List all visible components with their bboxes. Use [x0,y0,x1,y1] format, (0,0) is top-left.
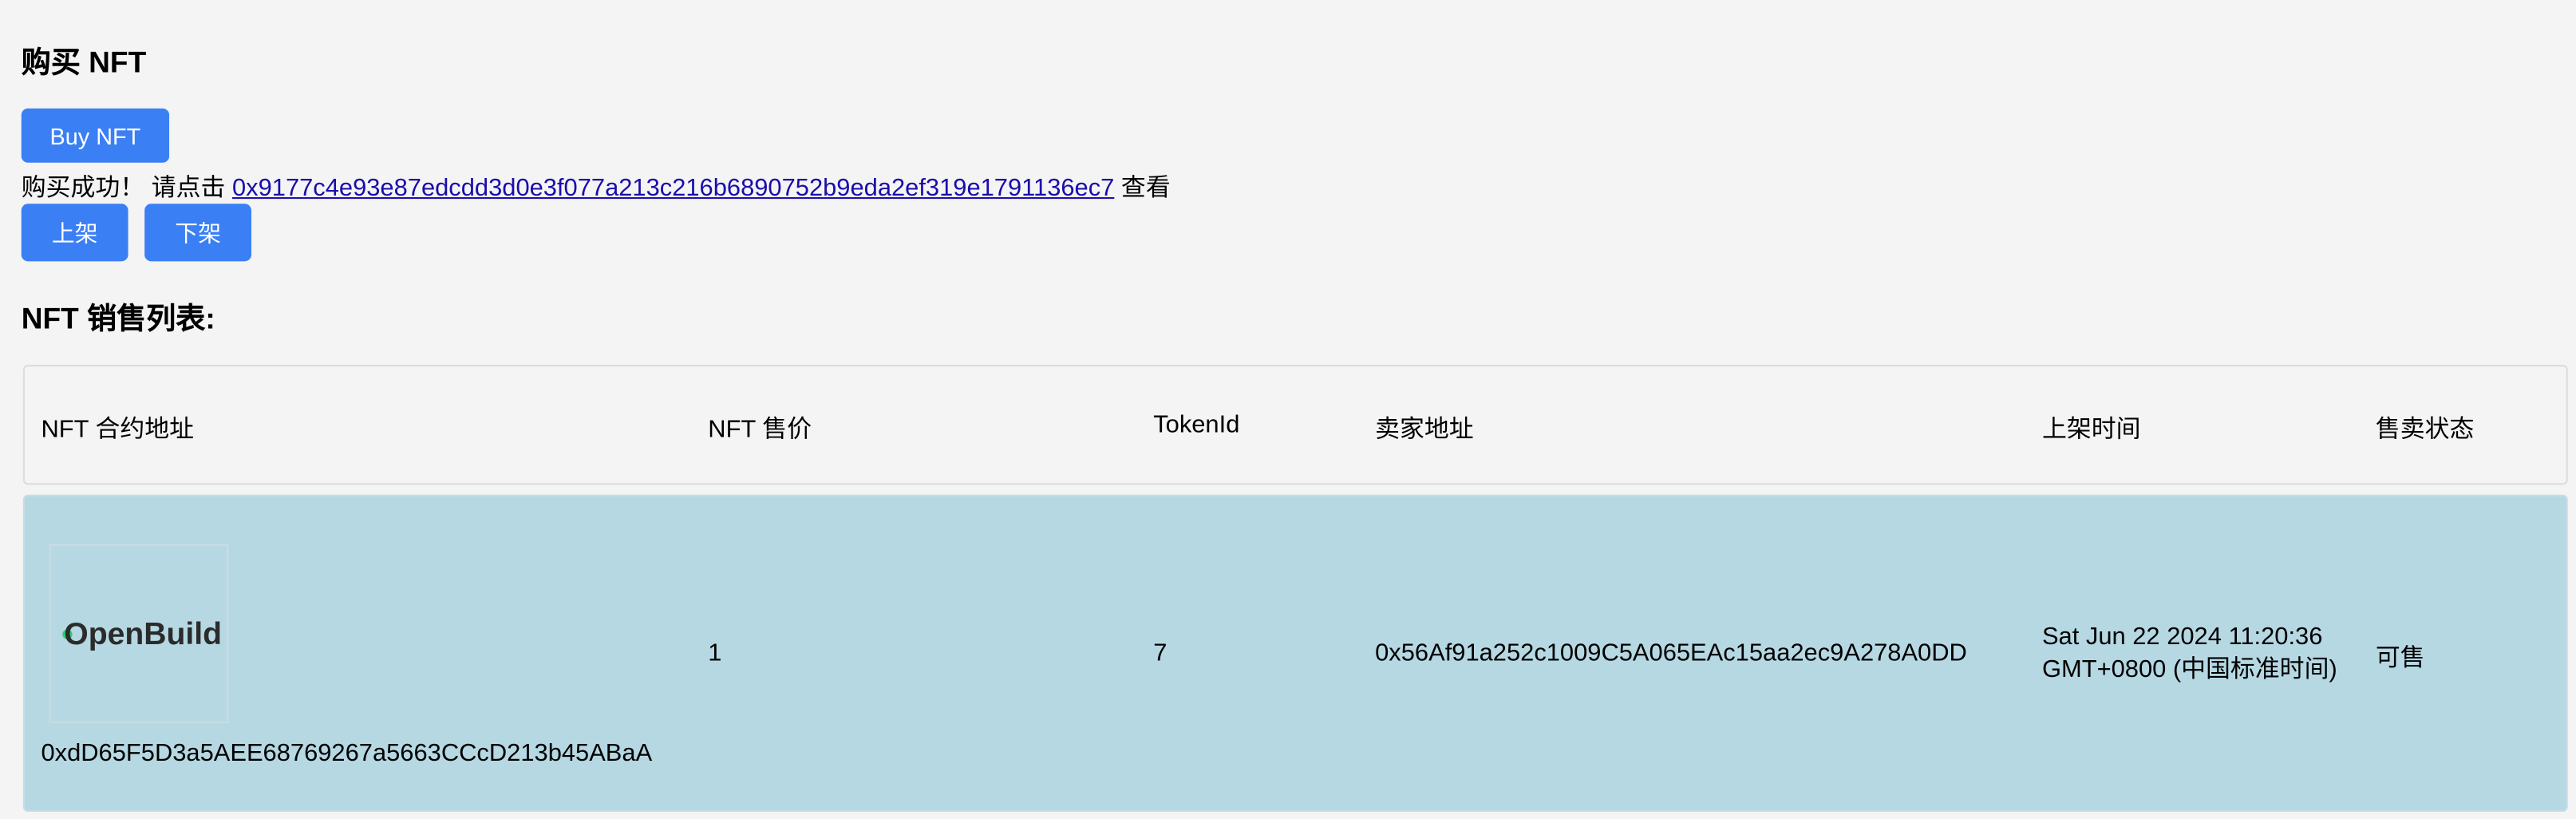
table-header: NFT 合约地址 NFT 售价 TokenId 卖家地址 上架时间 售卖状态 [22,365,2568,485]
delist-nft-button[interactable]: 下架 [144,204,251,262]
header-price: NFT 售价 [708,415,812,444]
buy-nft-button[interactable]: Buy NFT [21,108,170,163]
openbuild-logo-icon: OpenBuild [61,616,221,651]
listing-time-date: Sat Jun 22 2024 11:20:36 [2041,623,2323,651]
purchase-message-text: 购买成功！ 请点击 [21,174,226,203]
sale-status: 可售 [2375,644,2425,673]
listing-time: Sat Jun 22 2024 11:20:36 GMT+0800 (中国标准时… [2042,621,2337,686]
table-row: OpenBuild 0xdD65F5D3a5AEE68769267a5663CC… [22,494,2568,812]
sale-list-title: NFT 销售列表: [21,302,215,335]
svg-text:OpenBuild: OpenBuild [63,616,221,651]
transaction-hash-link[interactable]: 0x9177c4e93e87edcdd3d0e3f077a213c216b689… [232,174,1114,202]
listing-time-zone: GMT+0800 (中国标准时间) [2041,655,2337,684]
nft-price: 1 [708,639,722,667]
header-token-id: TokenId [1153,410,1240,439]
nft-image: OpenBuild [49,544,229,723]
list-nft-button[interactable]: 上架 [21,204,128,262]
seller-address: 0x56Af91a252c1009C5A065EAc15aa2ec9A278A0… [1375,639,1967,667]
nft-market-page: 购买 NFT Buy NFT 购买成功！ 请点击 0x9177c4e93e87e… [0,0,2576,818]
page-title: 购买 NFT [21,46,147,79]
header-seller-address: 卖家地址 [1375,415,1474,444]
nft-token-id: 7 [1153,639,1167,667]
purchase-message-suffix: 查看 [1120,174,1171,203]
header-listing-time: 上架时间 [2041,415,2141,444]
purchase-message: 购买成功！ 请点击 0x9177c4e93e87edcdd3d0e3f077a2… [22,169,1171,204]
nft-contract-address: 0xdD65F5D3a5AEE68769267a5663CCcD213b45AB… [41,739,653,768]
header-sale-status: 售卖状态 [2375,415,2475,444]
header-contract-address: NFT 合约地址 [41,415,195,444]
